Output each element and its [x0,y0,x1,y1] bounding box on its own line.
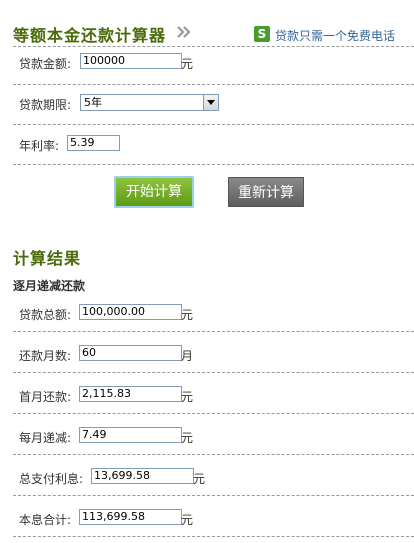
total-interest-unit: 元 [193,472,206,486]
divider [13,46,414,47]
term-select[interactable]: 5年 [80,94,219,111]
amount-unit: 元 [181,57,194,71]
double-chevron-right-icon [177,26,191,38]
monthly-decrease-label: 每月递减: [19,431,72,445]
first-month-field[interactable]: 2,115.83 [79,386,182,402]
divider [13,536,414,537]
months-label: 还款月数: [19,349,72,363]
months-unit: 月 [181,349,194,363]
calculator-header: 等额本金还款计算器 S 贷款只需一个免费电话 [0,0,414,50]
rate-input[interactable]: 5.39 [67,135,120,151]
results-subtitle: 逐月递减还款 [13,279,86,293]
divider [13,454,414,455]
amount-label: 贷款金额: [19,57,72,71]
phone-logo-icon: S [254,26,270,42]
chevron-down-icon[interactable] [203,95,218,110]
first-month-label: 首月还款: [19,390,72,404]
divider [13,372,414,373]
divider [13,413,414,414]
monthly-decrease-unit: 元 [181,431,194,445]
results-title: 计算结果 [13,249,82,268]
monthly-decrease-field[interactable]: 7.49 [79,427,182,443]
first-month-unit: 元 [181,390,194,404]
divider [13,164,414,165]
start-calculation-button[interactable]: 开始计算 [114,176,194,208]
page-title: 等额本金还款计算器 [13,26,167,45]
total-sum-field[interactable]: 113,699.58 [79,509,182,525]
months-field[interactable]: 60 [79,345,182,361]
total-loan-field[interactable]: 100,000.00 [79,304,182,320]
total-interest-field[interactable]: 13,699.58 [91,468,194,484]
rate-label: 年利率: [19,139,60,153]
amount-input[interactable]: 100000 [80,53,182,69]
total-sum-unit: 元 [181,513,194,527]
total-loan-label: 贷款总额: [19,308,72,322]
total-loan-unit: 元 [181,308,194,322]
divider [13,84,414,85]
total-sum-label: 本息合计: [19,513,72,527]
divider [13,124,414,125]
total-interest-label: 总支付利息: [19,472,84,486]
term-label: 贷款期限: [19,98,72,112]
divider [13,331,414,332]
term-select-value: 5年 [84,96,102,109]
hotline-text[interactable]: 贷款只需一个免费电话 [275,27,395,44]
reset-button[interactable]: 重新计算 [228,177,304,207]
divider [13,495,414,496]
